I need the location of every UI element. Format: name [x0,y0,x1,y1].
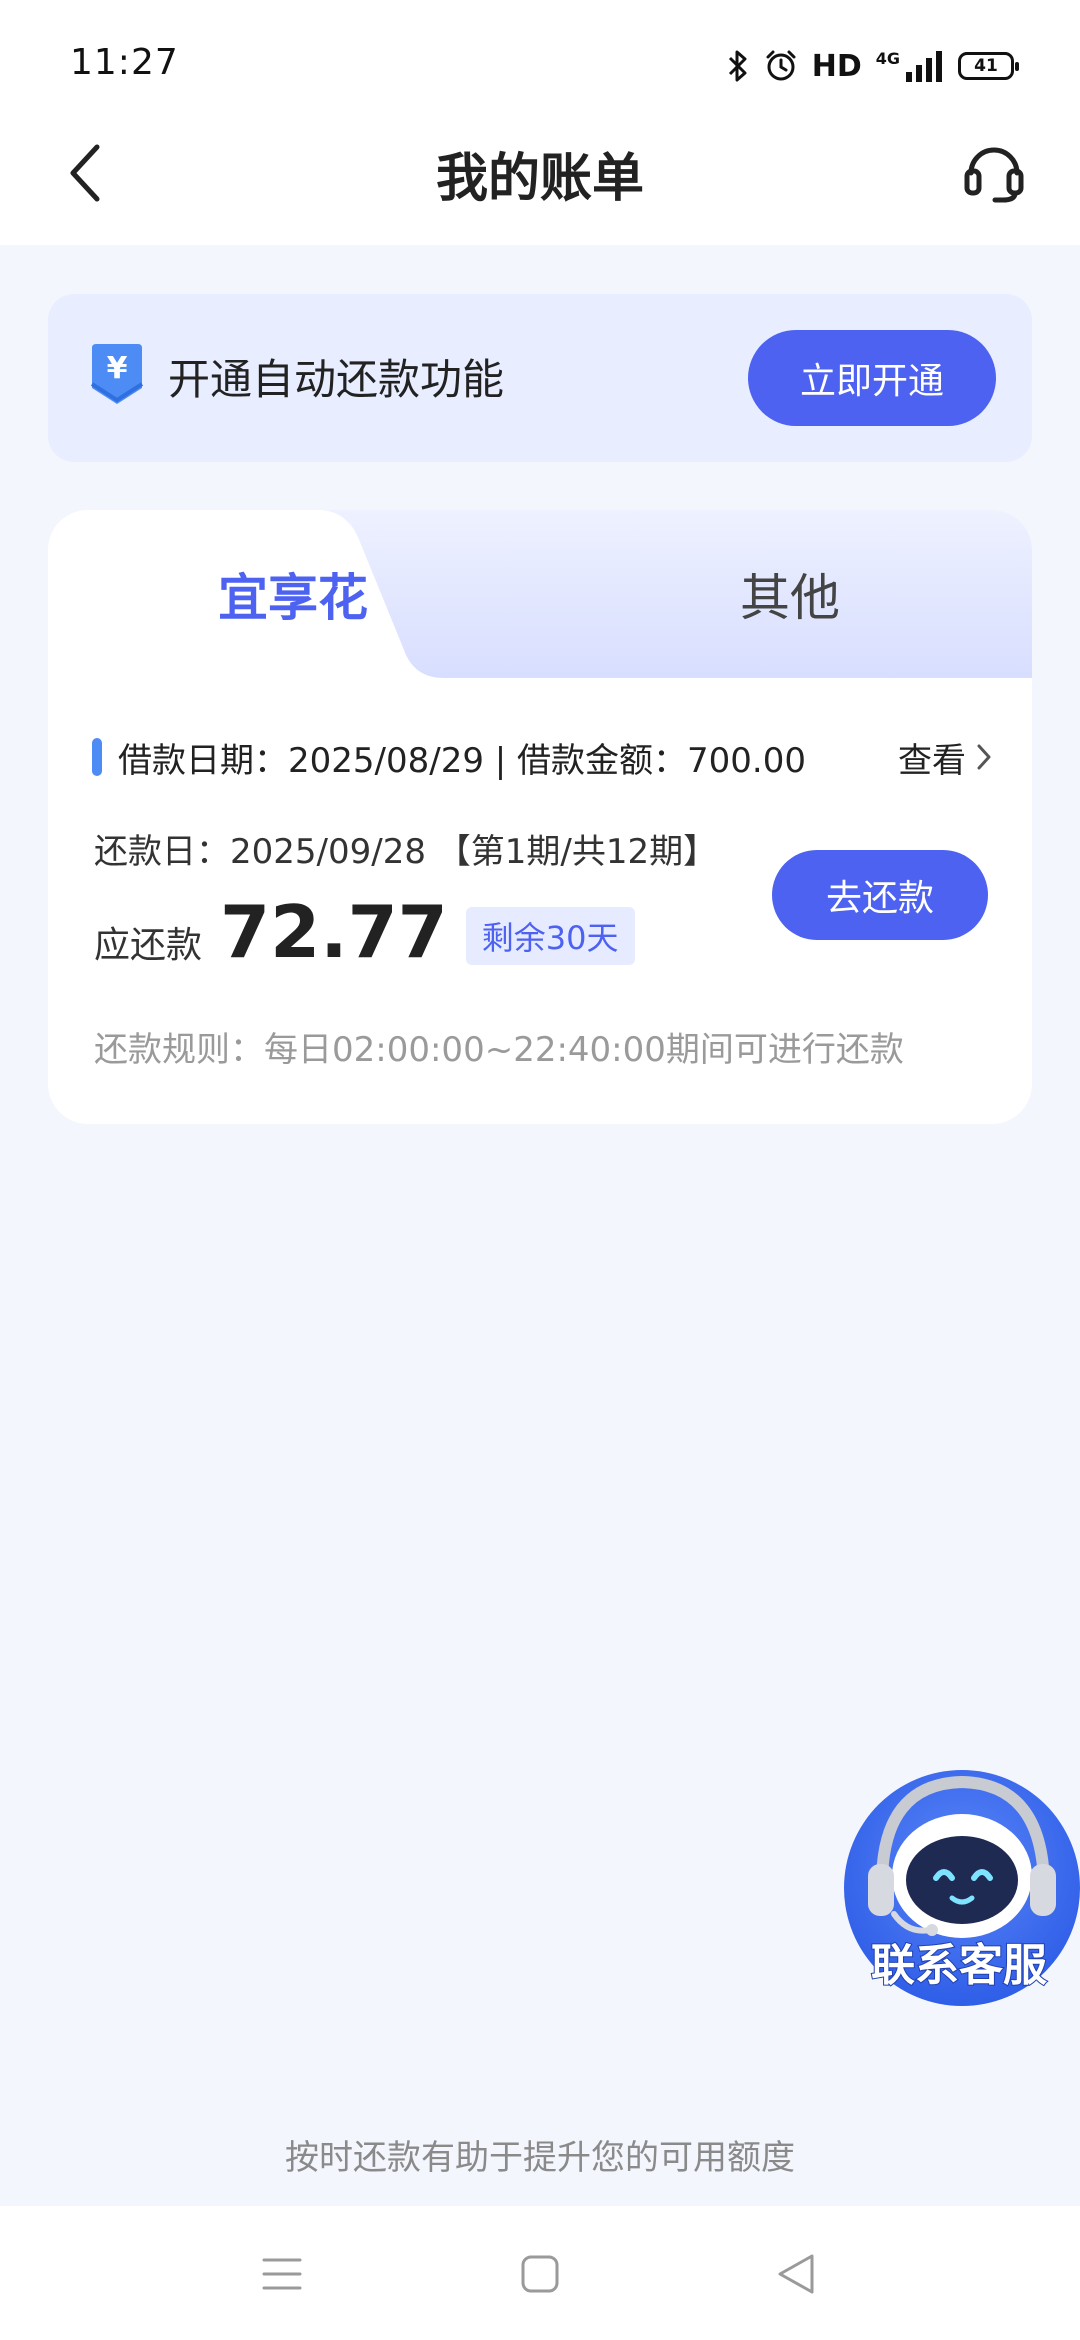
section-marker [92,738,102,776]
customer-service-button[interactable] [954,130,1034,210]
battery-level: 41 [974,56,998,76]
due-amount: 72.77 [220,890,448,974]
menu-button[interactable] [252,2244,312,2304]
home-square-icon [521,2255,559,2293]
due-label: 应还款 [94,925,203,966]
view-label: 查看 [898,740,966,781]
enable-autopay-button[interactable]: 立即开通 [748,330,996,426]
network-type: 4G [875,48,900,68]
repay-button[interactable]: 去还款 [772,850,988,940]
robot-headset-icon[interactable]: 联系客服 [838,1764,1080,2010]
status-icons: HD 4G 41 [726,46,1019,86]
headset-icon [964,147,1024,203]
loan-info: 借款日期：2025/08/29 | 借款金额：700.00 [118,740,807,781]
status-time: 11:27 [70,42,179,83]
yuan-download-icon: ¥ [90,344,144,404]
status-bar: 11:27 HD 4G 41 [0,0,1080,120]
bluetooth-icon [728,50,747,82]
autopay-text: 开通自动还款功能 [168,355,505,404]
back-nav-button[interactable] [766,2244,826,2304]
bill-card: 宜享花 其他 借款日期：2025/08/29 | 借款金额：700.00 查看 … [48,510,1032,1124]
svg-text:¥: ¥ [107,351,128,386]
tab-other[interactable]: 其他 [548,558,1032,630]
alarm-icon [766,50,796,81]
menu-icon [262,2258,302,2290]
page-title: 我的账单 [435,149,644,209]
back-triangle-icon [778,2254,814,2294]
home-button[interactable] [510,2244,570,2304]
repay-rule: 还款规则：每日02:00:00~22:40:00期间可进行还款 [94,1030,904,1070]
chevron-right-icon [977,744,991,770]
hd-indicator: HD [811,48,862,84]
days-left-badge: 剩余30天 [465,907,635,965]
repay-date: 还款日：2025/09/28 【第1期/共12期】 [94,832,718,872]
autopay-banner: ¥ 开通自动还款功能 立即开通 [48,294,1032,462]
nav-bar: 我的账单 [0,120,1080,245]
due-row: 应还款 72.77 剩余30天 [94,890,635,974]
footer-tip: 按时还款有助于提升您的可用额度 [285,2138,795,2178]
loan-info-row: 借款日期：2025/08/29 | 借款金额：700.00 查看 [92,732,992,782]
contact-service-label: 联系客服 [871,1940,1047,1991]
view-details-link[interactable]: 查看 [898,732,992,782]
tab-yixianghua[interactable]: 宜享花 [48,558,538,630]
system-nav-bar [0,2206,1080,2340]
screen: 11:27 HD 4G 41 我的账单 ¥ 开通自动还款功能 立即开通 宜享花 … [0,0,1080,2340]
signal-icon [906,51,942,82]
battery-icon: 41 [958,52,1019,80]
